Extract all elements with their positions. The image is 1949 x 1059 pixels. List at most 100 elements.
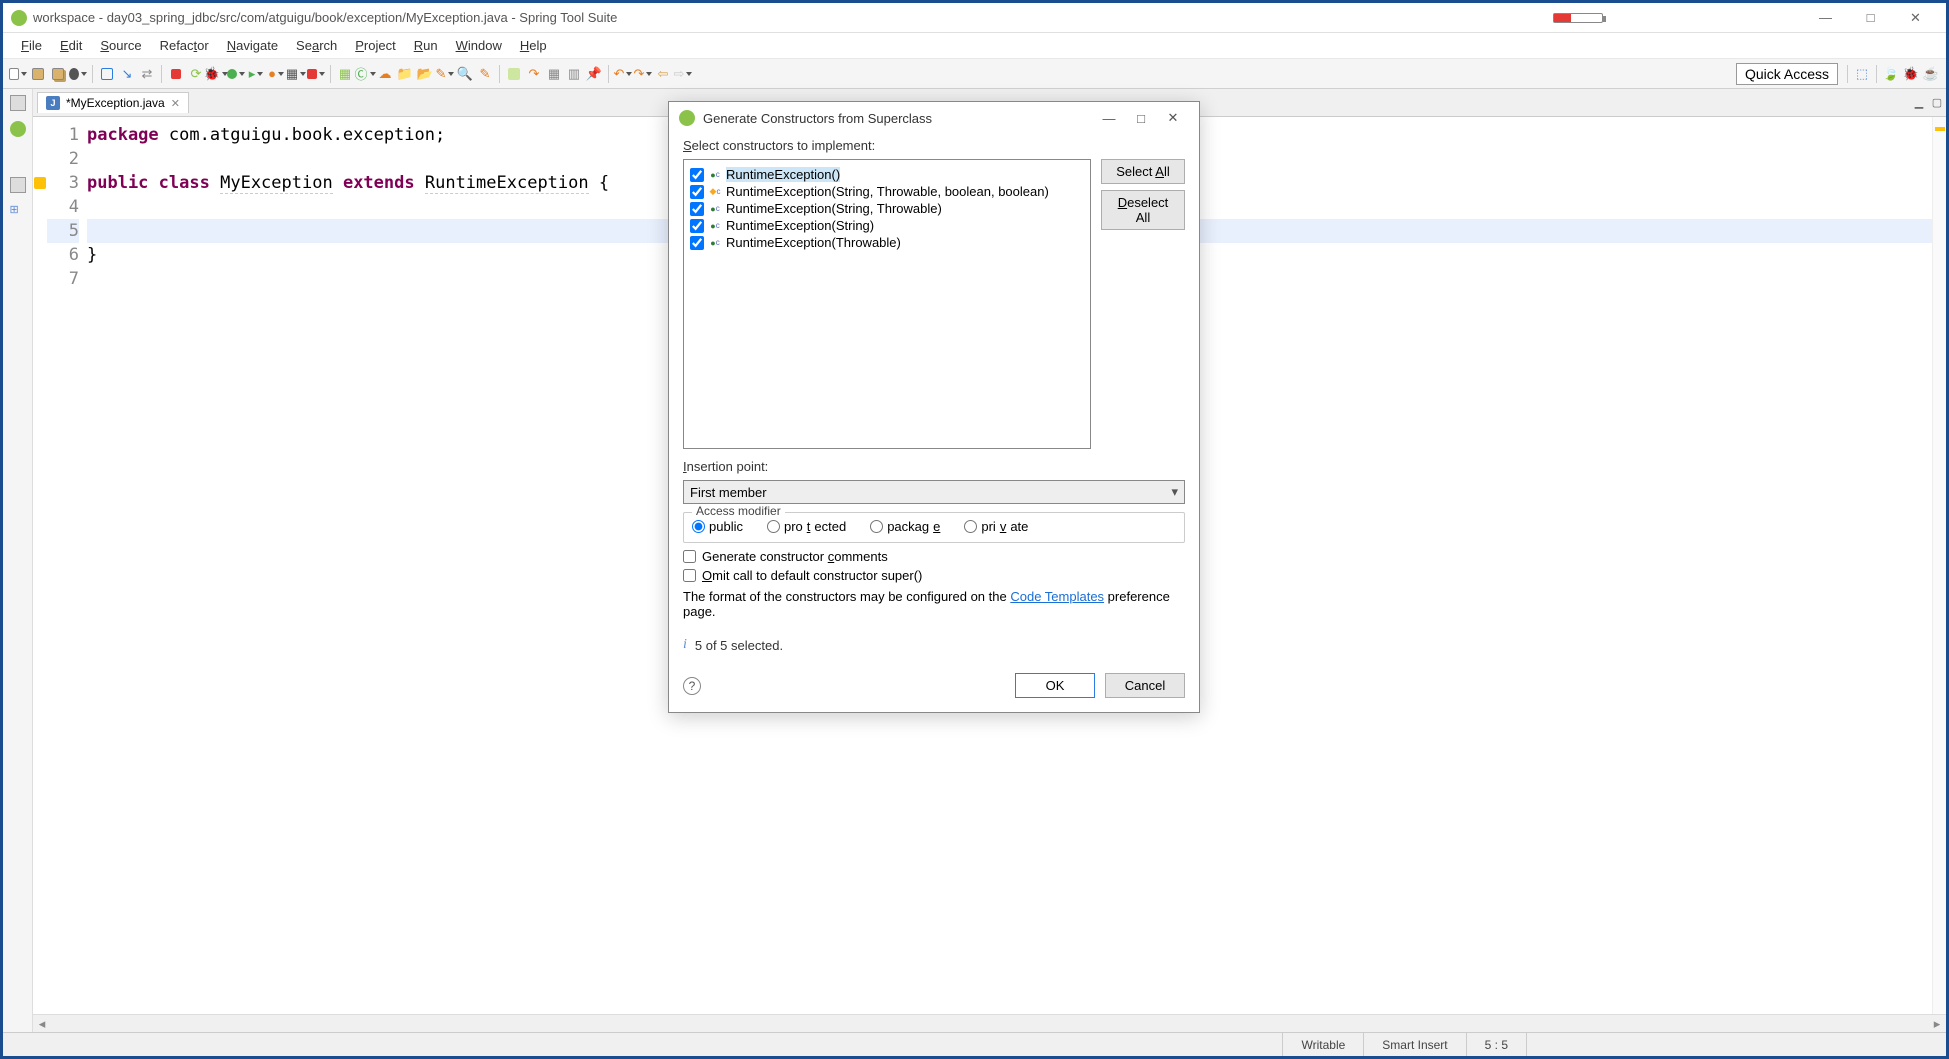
minimize-view-button[interactable]: ▁ <box>1910 94 1928 112</box>
annotation-button[interactable] <box>505 65 523 83</box>
debug-last-button[interactable] <box>307 65 325 83</box>
maximize-view-button[interactable]: ▢ <box>1928 94 1946 112</box>
skip-breakpoints-button[interactable]: ↘ <box>118 65 136 83</box>
radio-public[interactable]: public <box>692 519 743 534</box>
menu-help[interactable]: Help <box>512 36 555 55</box>
editor-tab-label: *MyException.java <box>66 96 165 110</box>
code-templates-link[interactable]: Code Templates <box>1010 589 1104 604</box>
dialog-titlebar[interactable]: Generate Constructors from Superclass — … <box>669 102 1199 134</box>
next-annotation-button[interactable]: ↷ <box>525 65 543 83</box>
overview-ruler[interactable] <box>1932 117 1946 1014</box>
close-button[interactable]: ✕ <box>1893 4 1938 32</box>
constructor-item[interactable]: ◆c RuntimeException(String, Throwable, b… <box>690 183 1084 200</box>
new-server-button[interactable]: ☁ <box>376 65 394 83</box>
minimize-button[interactable]: — <box>1803 4 1848 32</box>
status-spacer <box>1526 1033 1946 1056</box>
save-button[interactable] <box>29 65 47 83</box>
radio-private[interactable]: private <box>964 519 1028 534</box>
forward-button[interactable]: ⇨ <box>674 65 692 83</box>
help-button[interactable]: ? <box>683 677 701 695</box>
generate-comments-checkbox[interactable] <box>683 550 696 563</box>
back-button[interactable]: ⇦ <box>654 65 672 83</box>
warning-marker-icon[interactable] <box>34 177 46 189</box>
generate-comments-checkbox-row[interactable]: Generate constructor comments <box>683 549 1185 564</box>
menu-source[interactable]: Source <box>92 36 149 55</box>
quick-access-field[interactable]: Quick Access <box>1736 63 1838 85</box>
pin-button[interactable]: 📌 <box>585 65 603 83</box>
constructor-item[interactable]: ●c RuntimeException(String, Throwable) <box>690 200 1084 217</box>
run-button[interactable] <box>227 65 245 83</box>
debug-button[interactable]: 🐞 <box>207 65 225 83</box>
select-all-button[interactable]: Select All <box>1101 159 1185 184</box>
scroll-right-icon[interactable]: ▸ <box>1928 1016 1946 1032</box>
radio-protected[interactable]: protected <box>767 519 846 534</box>
menu-edit[interactable]: Edit <box>52 36 90 55</box>
dialog-close-button[interactable]: ✕ <box>1157 110 1189 126</box>
constructor-checkbox[interactable] <box>690 236 704 250</box>
open-type-button[interactable]: 📁 <box>396 65 414 83</box>
relaunch-button[interactable]: ⟳ <box>187 65 205 83</box>
constructor-item[interactable]: ●c RuntimeException(Throwable) <box>690 234 1084 251</box>
public-method-icon: ●c <box>708 168 722 182</box>
package-explorer-icon[interactable] <box>10 121 26 137</box>
menu-file[interactable]: File <box>13 36 50 55</box>
ok-button[interactable]: OK <box>1015 673 1095 698</box>
new-button[interactable] <box>9 65 27 83</box>
dialog-minimize-button[interactable]: — <box>1093 111 1125 126</box>
toggle-breadcrumb-button[interactable] <box>98 65 116 83</box>
menu-project[interactable]: Project <box>347 36 403 55</box>
toggle-mark-button[interactable]: ✎ <box>476 65 494 83</box>
restore-view2-icon[interactable] <box>10 177 26 193</box>
perspective-spring-button[interactable]: 🍃 <box>1882 65 1900 83</box>
constructor-checkbox[interactable] <box>690 168 704 182</box>
menu-refactor[interactable]: Refactor <box>152 36 217 55</box>
insertion-point-select[interactable]: First member ▾ <box>683 480 1185 504</box>
new-class-button[interactable]: Ⓒ <box>356 65 374 83</box>
open-resource-button[interactable]: 📂 <box>416 65 434 83</box>
run-last-button[interactable]: ● <box>267 65 285 83</box>
restore-view-icon[interactable] <box>10 95 26 111</box>
perspective-debug-button[interactable]: 🐞 <box>1902 65 1920 83</box>
omit-super-checkbox[interactable] <box>683 569 696 582</box>
back-history-button[interactable]: ↶ <box>614 65 632 83</box>
team-button[interactable] <box>69 65 87 83</box>
constructor-checkbox[interactable] <box>690 202 704 216</box>
selection-count-label: i 5 of 5 selected. <box>683 637 1185 653</box>
forward-history-button[interactable]: ↷ <box>634 65 652 83</box>
stop-server-button[interactable] <box>167 65 185 83</box>
cancel-button[interactable]: Cancel <box>1105 673 1185 698</box>
access-modifier-group: Access modifier public protected package… <box>683 512 1185 543</box>
constructor-checkbox[interactable] <box>690 185 704 199</box>
constructor-item[interactable]: ●c RuntimeException(String) <box>690 217 1084 234</box>
outline-icon[interactable]: ⊞ <box>10 203 26 219</box>
perspective-jee-button[interactable]: ☕ <box>1922 65 1940 83</box>
external-tools-button[interactable]: ▦ <box>287 65 305 83</box>
last-edit-button[interactable]: ▥ <box>565 65 583 83</box>
radio-package[interactable]: package <box>870 519 940 534</box>
overview-warning-mark[interactable] <box>1935 127 1945 131</box>
menu-navigate[interactable]: Navigate <box>219 36 286 55</box>
prev-annotation-button[interactable]: ▦ <box>545 65 563 83</box>
maximize-button[interactable]: □ <box>1848 4 1893 32</box>
constructor-checkbox[interactable] <box>690 219 704 233</box>
tab-close-icon[interactable]: ✕ <box>171 97 180 110</box>
statusbar: Writable Smart Insert 5 : 5 <box>3 1032 1946 1056</box>
deselect-all-button[interactable]: Deselect All <box>1101 190 1185 230</box>
coverage-button[interactable]: ▸ <box>247 65 265 83</box>
menu-search[interactable]: Search <box>288 36 345 55</box>
perspective-java-button[interactable]: ⬚ <box>1853 65 1871 83</box>
search-button[interactable]: 🔍 <box>456 65 474 83</box>
horizontal-scrollbar[interactable]: ◂ ▸ <box>33 1014 1946 1032</box>
scroll-left-icon[interactable]: ◂ <box>33 1016 51 1032</box>
new-package-button[interactable]: ▦ <box>336 65 354 83</box>
menu-window[interactable]: Window <box>448 36 510 55</box>
link-editor-button[interactable]: ⇄ <box>138 65 156 83</box>
menu-run[interactable]: Run <box>406 36 446 55</box>
save-all-button[interactable] <box>49 65 67 83</box>
dialog-maximize-button[interactable]: □ <box>1125 111 1157 126</box>
constructor-list[interactable]: ●c RuntimeException() ◆c RuntimeExceptio… <box>683 159 1091 449</box>
omit-super-checkbox-row[interactable]: Omit call to default constructor super() <box>683 568 1185 583</box>
open-task-button[interactable]: ✎ <box>436 65 454 83</box>
constructor-item[interactable]: ●c RuntimeException() <box>690 166 1084 183</box>
editor-tab[interactable]: J *MyException.java ✕ <box>37 92 189 113</box>
